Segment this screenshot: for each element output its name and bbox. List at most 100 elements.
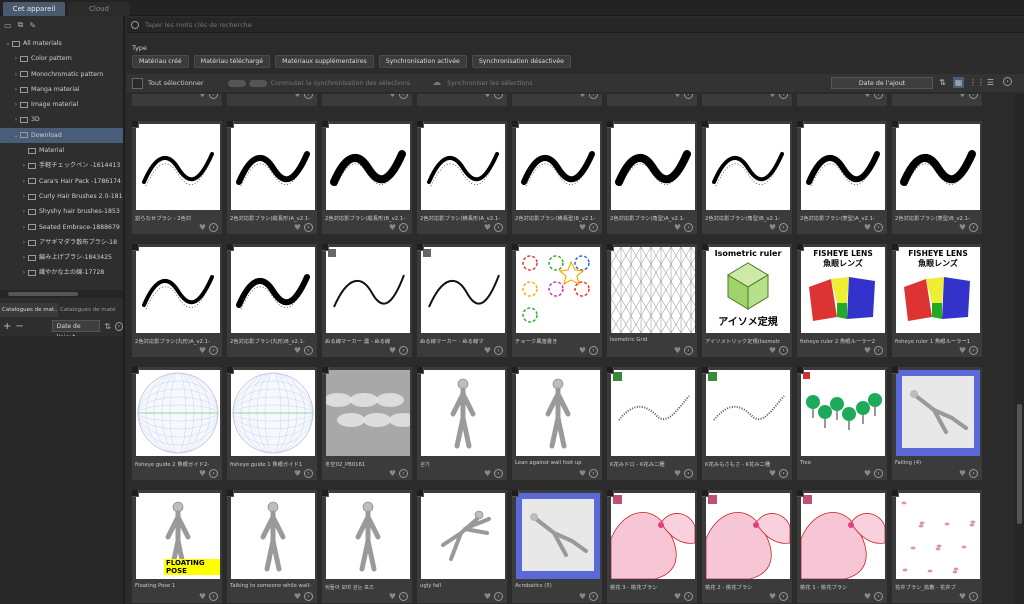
info-icon[interactable]: › [494,469,503,478]
material-card[interactable]: チョーク風落書き ♥ › [512,244,602,357]
tree-item[interactable]: Material [0,143,123,158]
tree-item[interactable]: › Curly Hair Brushes 2.0-181 [0,189,123,204]
favorite-icon[interactable]: ♥ [294,592,301,601]
favorite-icon[interactable]: ♥ [864,469,871,478]
favorite-icon[interactable]: ♥ [579,346,586,355]
large-grid-icon[interactable]: ▦ [953,77,964,88]
tab-cloud[interactable]: Cloud [68,2,130,16]
info-icon[interactable]: › [304,94,313,99]
info-icon[interactable]: › [779,346,788,355]
expand-arrow-icon[interactable]: › [20,204,28,219]
material-thumbnail[interactable] [326,493,410,579]
material-thumbnail[interactable] [801,493,885,579]
favorite-icon[interactable]: ♥ [294,94,301,99]
partial-card[interactable]: ♥ › [322,94,412,106]
favorite-icon[interactable]: ♥ [769,469,776,478]
expand-arrow-icon[interactable]: › [12,82,20,97]
list-view-icon[interactable]: ☰ [985,77,996,88]
favorite-icon[interactable]: ♥ [674,94,681,99]
select-checkbox[interactable] [892,244,899,251]
info-icon[interactable]: › [209,94,218,99]
select-checkbox[interactable] [417,244,424,251]
partial-card[interactable]: ♥ › [797,94,887,106]
material-card[interactable]: 뒤돌아 보며 걷는 포즈 ♥ › [322,490,412,603]
material-thumbnail[interactable] [801,370,885,456]
info-icon[interactable]: › [874,592,883,601]
material-card[interactable]: K花みドロ - K花み二種 ♥ › [607,367,697,480]
material-card[interactable]: 冬空02_PB0161 ♥ › [322,367,412,480]
info-icon[interactable]: › [589,223,598,232]
material-card[interactable]: Lean against wall foot up ♥ › [512,367,602,480]
material-thumbnail[interactable] [611,370,695,456]
favorite-icon[interactable]: ♥ [294,346,301,355]
select-checkbox[interactable] [702,244,709,251]
favorite-icon[interactable]: ♥ [769,94,776,99]
select-checkbox[interactable] [797,367,804,374]
partial-card[interactable]: ♥ › [227,94,317,106]
info-icon[interactable]: › [589,94,598,99]
sort-order-icon[interactable]: ⇅ [104,322,111,331]
material-thumbnail[interactable]: FLOATING POSE [136,493,220,579]
info-icon[interactable]: › [684,592,693,601]
material-card[interactable]: Acrobatics (5) ♥ › [512,490,602,603]
info-icon[interactable]: › [209,346,218,355]
select-checkbox[interactable] [322,121,329,128]
material-thumbnail[interactable] [136,370,220,456]
favorite-icon[interactable]: ♥ [389,469,396,478]
material-card[interactable]: 割らなせブラシ - 2色対 ♥ › [132,121,222,234]
info-icon[interactable]: › [779,592,788,601]
select-checkbox[interactable] [512,121,519,128]
select-checkbox[interactable] [512,367,519,374]
expand-arrow-icon[interactable]: › [12,67,20,82]
filter-sync-off[interactable]: Synchronisation désactivée [471,55,571,68]
material-thumbnail[interactable] [896,493,980,579]
favorite-icon[interactable]: ♥ [864,94,871,99]
partial-card[interactable]: ♥ › [702,94,792,106]
tree-item[interactable]: › Seated Embrace-1888679 [0,220,123,235]
favorite-icon[interactable]: ♥ [769,346,776,355]
info-icon[interactable]: › [589,469,598,478]
select-checkbox[interactable] [512,490,519,497]
info-icon[interactable]: › [494,223,503,232]
material-thumbnail[interactable] [611,124,695,210]
material-card[interactable]: fisheye guide 2 魚眼ガイド2- ♥ › [132,367,222,480]
select-checkbox[interactable] [227,121,234,128]
material-thumbnail[interactable] [231,124,315,210]
favorite-icon[interactable]: ♥ [674,346,681,355]
info-icon[interactable]: › [304,223,313,232]
material-thumbnail[interactable]: Isometric ruler アイソメ定規 [706,247,790,333]
minus-icon[interactable]: − [15,321,23,332]
select-checkbox[interactable] [132,490,139,497]
select-checkbox[interactable] [512,244,519,251]
info-icon[interactable]: › [209,592,218,601]
partial-card[interactable]: ♥ › [132,94,222,106]
favorite-icon[interactable]: ♥ [484,346,491,355]
tree-item[interactable]: › 手軽チェックペン -1614413 [0,158,123,173]
select-checkbox[interactable] [607,367,614,374]
select-checkbox[interactable] [607,121,614,128]
material-card[interactable]: 桃花 3 - 桃花ブラシ ♥ › [607,490,697,603]
favorite-icon[interactable]: ♥ [199,592,206,601]
material-card[interactable]: Isometric ruler アイソメ定規 アイソメトリック定規(Isometr ♥… [702,244,792,357]
expand-arrow-icon[interactable]: › [20,189,28,204]
tree-item[interactable]: › Monochromatic pattern [0,67,123,82]
select-checkbox[interactable] [322,490,329,497]
material-card[interactable]: 2色対応影ブラシ(菱型)B_v2.1- ♥ › [892,121,982,234]
filter-downloaded[interactable]: Matériau téléchargé [193,55,271,68]
material-thumbnail[interactable] [896,124,980,210]
material-thumbnail[interactable] [516,493,600,579]
filter-sync-on[interactable]: Synchronisation activée [378,55,467,68]
select-checkbox[interactable] [892,367,899,374]
partial-card[interactable]: ♥ › [607,94,697,106]
select-checkbox[interactable] [417,490,424,497]
info-icon[interactable]: › [969,592,978,601]
info-icon[interactable]: › [399,223,408,232]
info-icon[interactable]: › [209,469,218,478]
sync-toggle[interactable] [227,79,246,87]
material-thumbnail[interactable] [136,124,220,210]
select-checkbox[interactable] [417,121,424,128]
sort-order-icon[interactable]: ⇅ [937,77,948,88]
select-checkbox[interactable] [132,244,139,251]
favorite-icon[interactable]: ♥ [864,346,871,355]
expand-arrow-icon[interactable]: › [20,174,28,189]
